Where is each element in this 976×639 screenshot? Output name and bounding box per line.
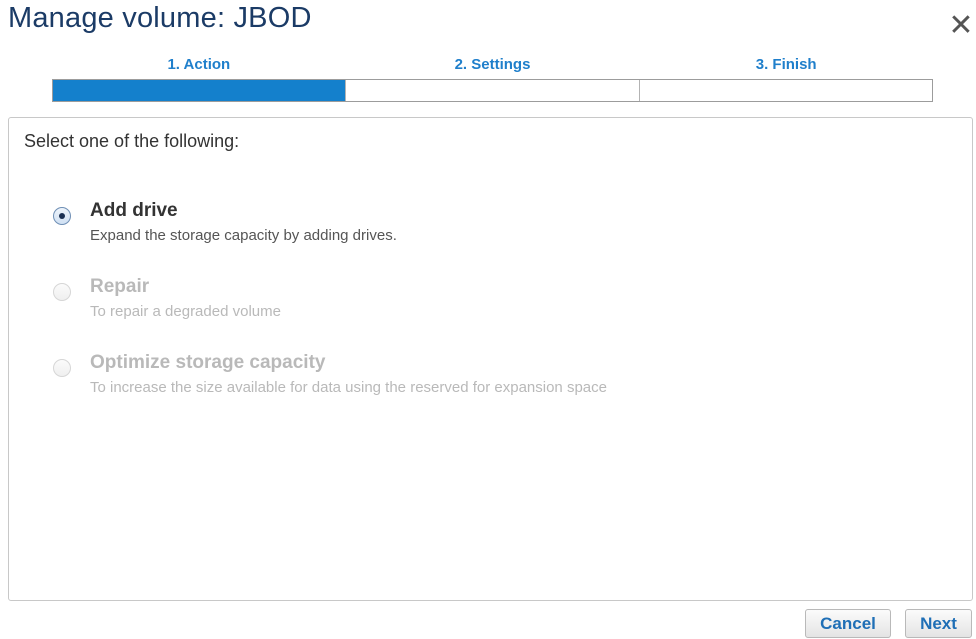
option-title: Add drive [90, 200, 178, 221]
option-description: To repair a degraded volume [90, 303, 281, 320]
option-description: To increase the size available for data … [90, 379, 607, 396]
wizard-progress-bar [52, 79, 933, 102]
options-panel: Select one of the following: Add drive E… [8, 117, 973, 601]
cancel-button[interactable]: Cancel [805, 609, 891, 638]
step-label-settings: 2. Settings [454, 56, 531, 73]
manage-volume-dialog: Manage volume: JBOD ✕ 1. Action 2. Setti… [0, 0, 976, 639]
radio-add-drive[interactable] [53, 207, 71, 225]
progress-segment-settings [346, 80, 640, 101]
option-description: Expand the storage capacity by adding dr… [90, 227, 397, 244]
radio-repair [53, 283, 71, 301]
progress-segment-action [53, 80, 347, 101]
step-labels: 1. Action 2. Settings 3. Finish [52, 56, 933, 76]
dialog-title: Manage volume: JBOD [8, 2, 312, 34]
step-label-action: 1. Action [167, 56, 231, 73]
step-label-finish: 3. Finish [755, 56, 817, 73]
option-title: Repair [90, 276, 150, 297]
panel-prompt: Select one of the following: [24, 131, 240, 151]
next-button[interactable]: Next [905, 609, 972, 638]
option-title: Optimize storage capacity [90, 352, 326, 373]
radio-optimize-storage [53, 359, 71, 377]
close-icon[interactable]: ✕ [947, 11, 975, 41]
progress-segment-finish [639, 80, 932, 101]
wizard-steps: 1. Action 2. Settings 3. Finish [52, 56, 933, 102]
